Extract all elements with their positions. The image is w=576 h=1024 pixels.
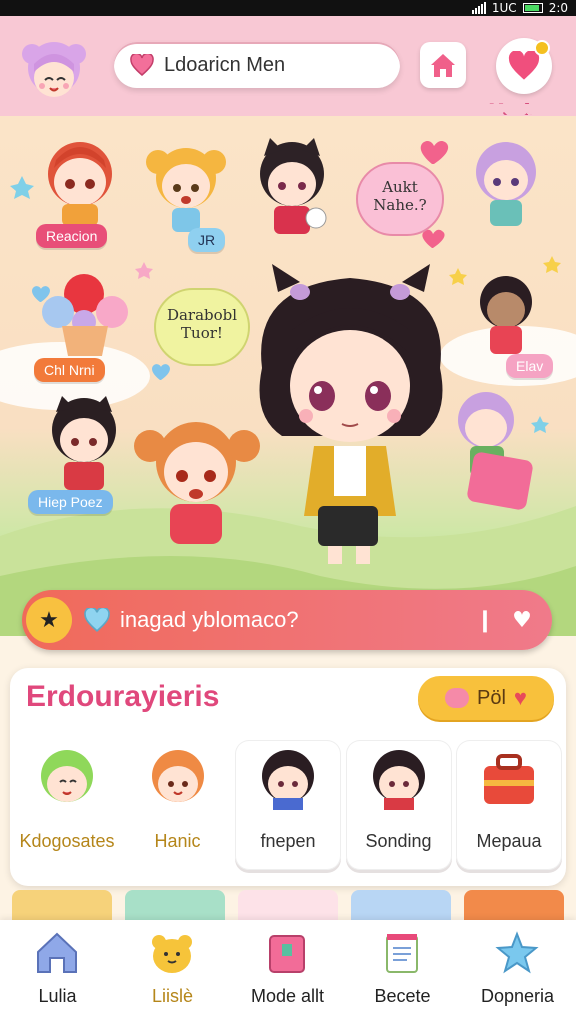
nav-item-becete[interactable]: Becete [345,920,460,1024]
character-card-3[interactable]: fnepen [235,740,341,870]
bubble-1-line1: Aukt [382,178,418,196]
character-name: Hanic [154,831,201,851]
nav-label: Mode allt [250,986,325,1006]
home-button[interactable] [420,42,466,88]
pill-button[interactable]: Pöl ♥ [418,676,554,720]
bear-face-icon [445,688,470,708]
star-icon [495,931,539,974]
heart-icon: ♥ [513,685,527,710]
character-scene: Reacion JR Chl Nrni Hiep Poez Elav Aukt … [0,116,576,636]
tag-jr[interactable]: JR [188,228,226,252]
clock: 2:0 [548,1,568,15]
notepad-icon [386,934,418,973]
nav-item-lulia[interactable]: Lulia [0,920,115,1024]
tag-chl-nrni[interactable]: Chl Nrni [34,358,105,382]
nav-item-mode-allt[interactable]: Mode allt [230,920,345,1024]
notification-dot [534,40,550,56]
character-avatar [372,750,425,810]
character-avatar [41,750,93,802]
heart-icon [84,608,110,632]
speech-bubble-2: Darabobl Tuor! [154,288,250,366]
star-icon[interactable]: ★ [26,597,72,643]
character-card-5[interactable]: Mepaua [456,740,562,870]
favorite-heart-icon [508,51,540,80]
house-icon [37,932,77,973]
tag-elav[interactable]: Elav [506,354,554,378]
search-bar[interactable]: Ldoaricn Men [114,42,400,88]
character-name: fnepen [260,831,316,851]
character-card-1[interactable]: Kdogosates [14,740,120,870]
tag-reaction[interactable]: Reacion [36,224,108,248]
home-icon [431,54,455,77]
carrier-label: 1UC [491,1,517,15]
character-card-4[interactable]: Sonding [345,740,452,870]
box-icon [269,935,305,973]
nav-label: Becete [374,986,431,1006]
character-name: Mepaua [476,831,542,851]
bottom-nav: Lulia Liislè Mode allt Becete Dopneria [0,920,576,1024]
character-name: Kdogosates [19,831,115,851]
nav-label: Liislè [151,986,194,1006]
bubble-1-line2: Nahe.? [373,196,427,214]
character-list: Kdogosates Hanic fnepen Sonding Mepaua [10,740,566,872]
battery-icon [522,3,543,13]
search-input[interactable]: Ldoaricn Men [164,54,285,77]
character-name: Sonding [365,831,432,851]
bear-icon [152,935,192,973]
nav-label: Lulia [38,986,77,1006]
heart-icon [130,54,154,76]
character-avatar [151,750,204,802]
signal-icon [471,2,486,14]
speech-bubble-1: Aukt Nahe.? [356,162,444,236]
character-card-2[interactable]: Hanic [125,740,231,870]
avatar[interactable] [18,38,90,110]
header: Ldoaricn Men Naalt [0,16,576,119]
like-heart-icon[interactable]: ♥ [502,600,542,640]
status-bar: 1UC 2:0 [0,0,576,16]
pill-label: Pöl [477,686,506,709]
favorites-button[interactable] [496,38,552,94]
characters-panel: Erdourayieris Pöl ♥ Kdogosates Hanic fne… [10,668,566,886]
character-avatar [262,750,314,810]
panel-title: Erdourayieris [26,680,220,713]
suitcase-icon [484,754,534,804]
bubble-2-line1: Darabobl [166,306,238,324]
nav-label: Dopneria [480,986,555,1006]
question-bar[interactable]: ★ inagad yblomaco? ❙ ♥ [22,590,552,650]
nav-item-liisle[interactable]: Liislè [115,920,230,1024]
tag-hiep-poez[interactable]: Hiep Poez [28,490,113,514]
mic-icon[interactable]: ❙ [468,603,502,637]
question-text[interactable]: inagad yblomaco? [120,607,468,633]
nav-item-dopneria[interactable]: Dopneria [460,920,575,1024]
bubble-2-line2: Tuor! [181,324,223,342]
